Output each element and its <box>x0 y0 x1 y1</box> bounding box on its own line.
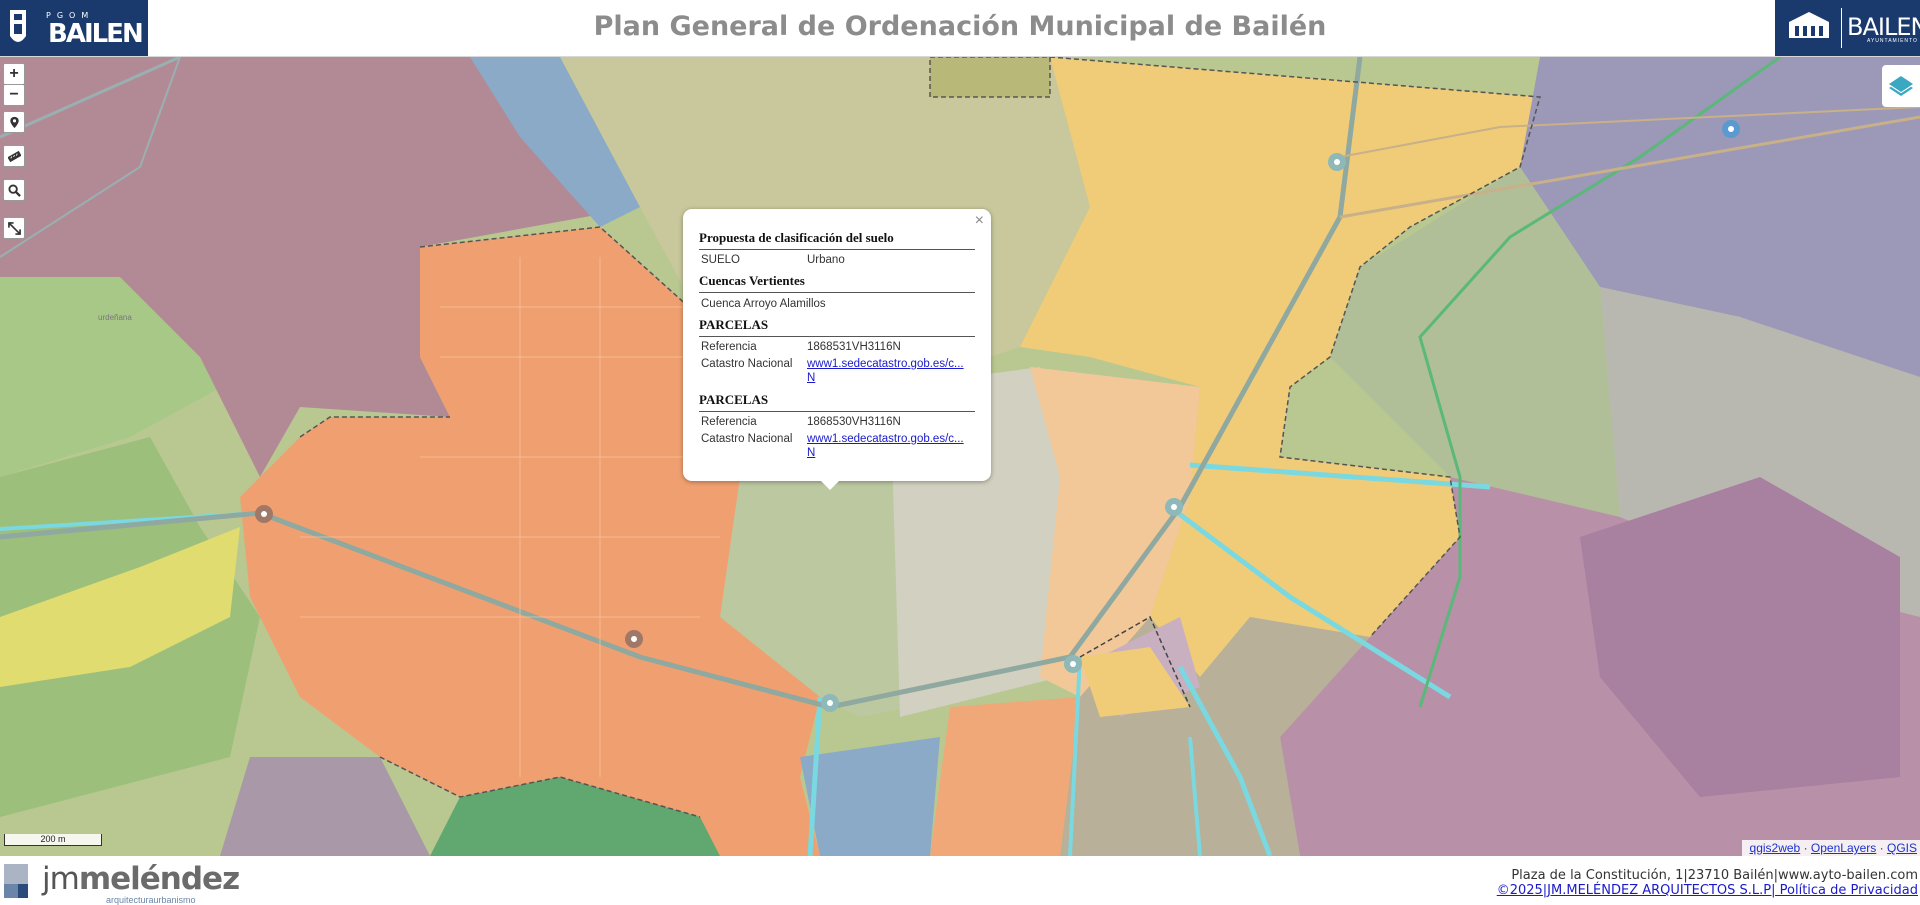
jmmelendez-logo[interactable]: jmmeléndez arquitecturaurbanismo <box>0 861 240 905</box>
attribute-key: Referencia <box>701 416 757 428</box>
section-title: PARCELAS <box>699 392 975 412</box>
crest-icon <box>10 10 26 42</box>
logo-name-light: jm <box>42 861 80 897</box>
logo-divider <box>1841 8 1842 48</box>
attribute-row: SUELO Urbano <box>699 250 975 267</box>
catastro-link[interactable]: N <box>807 371 975 385</box>
attribution-link-qgis[interactable]: QGIS <box>1887 841 1917 855</box>
feature-popup: × Propuesta de clasificación del suelo S… <box>683 209 991 490</box>
footer-copyright-link[interactable]: ©2025|JM.MELÉNDEZ ARQUITECTOS S.L.P| Pol… <box>1497 883 1918 898</box>
footer-address-block: Plaza de la Constitución, 1|23710 Bailén… <box>1497 868 1918 898</box>
section-title: PARCELAS <box>699 317 975 337</box>
attribution-separator: · <box>1879 841 1884 855</box>
fullscreen-button[interactable] <box>3 217 25 239</box>
layers-button[interactable] <box>1882 65 1920 107</box>
catastro-link[interactable]: www1.sedecatastro.gob.es/c... <box>807 357 975 371</box>
section-title: Cuencas Vertientes <box>699 273 975 293</box>
ayuntamiento-town-text: BAILEN <box>1847 13 1920 41</box>
attribute-value: Urbano <box>807 254 845 266</box>
section-title: Propuesta de clasificación del suelo <box>699 230 975 250</box>
attribute-row: Referencia 1868530VH3116N <box>699 412 975 429</box>
attribute-row: Catastro Nacional www1.sedecatastro.gob.… <box>699 429 975 460</box>
popup-close-button[interactable]: × <box>975 212 984 230</box>
measure-icon <box>7 150 21 162</box>
zoom-in-button[interactable]: + <box>3 63 25 85</box>
attribute-key: Referencia <box>701 341 757 353</box>
zoom-out-button[interactable]: − <box>3 84 25 106</box>
town-hall-icon <box>1789 12 1829 38</box>
header: PGOM BAILEN Plan General de Ordenación M… <box>0 0 1920 57</box>
catastro-link[interactable]: N <box>807 446 975 460</box>
logo-tagline: arquitecturaurbanismo <box>106 895 196 905</box>
search-button[interactable] <box>3 179 25 201</box>
attribute-value: 1868531VH3116N <box>807 341 901 353</box>
attribution-link-qgis2web[interactable]: qgis2web <box>1750 841 1801 855</box>
page-title: Plan General de Ordenación Municipal de … <box>593 11 1327 42</box>
layers-icon <box>1889 76 1913 96</box>
geolocate-icon <box>9 116 19 128</box>
attribute-value: Cuenca Arroyo Alamillos <box>701 298 826 310</box>
attribute-key: SUELO <box>701 254 740 266</box>
town-logo-text: BAILEN <box>48 19 144 49</box>
map-canvas[interactable]: + − urdeñana 200 m qgis2web · OpenLayers… <box>0 57 1920 856</box>
pgom-logo[interactable]: PGOM BAILEN <box>0 0 148 56</box>
logo-name: jmmeléndez <box>42 861 240 897</box>
logo-name-bold: meléndez <box>78 861 240 897</box>
attribute-row: Catastro Nacional www1.sedecatastro.gob.… <box>699 354 975 391</box>
popup-content: Propuesta de clasificación del suelo SUE… <box>699 229 975 460</box>
attribution-link-openlayers[interactable]: OpenLayers <box>1811 841 1876 855</box>
footer: jmmeléndez arquitecturaurbanismo Plaza d… <box>0 856 1920 905</box>
search-icon <box>7 183 21 197</box>
geolocate-button[interactable] <box>3 111 25 133</box>
fullscreen-icon <box>7 221 21 235</box>
logo-squares-icon <box>4 864 28 898</box>
ayuntamiento-logo[interactable]: BAILEN AYUNTAMIENTO <box>1775 0 1920 56</box>
measure-button[interactable] <box>3 145 25 167</box>
attribute-value: 1868530VH3116N <box>807 416 901 428</box>
ayuntamiento-subtitle: AYUNTAMIENTO <box>1867 38 1918 44</box>
catastro-link[interactable]: www1.sedecatastro.gob.es/c... <box>807 432 975 446</box>
attribution: qgis2web · OpenLayers · QGIS <box>1741 840 1920 856</box>
attribute-key: Catastro Nacional <box>701 433 793 445</box>
footer-address: Plaza de la Constitución, 1|23710 Bailén… <box>1511 868 1918 883</box>
attribution-separator: · <box>1803 841 1808 855</box>
place-label: urdeñana <box>98 313 132 322</box>
attribute-key: Catastro Nacional <box>701 358 793 370</box>
attribute-row: Referencia 1868531VH3116N <box>699 337 975 354</box>
scale-bar: 200 m <box>4 834 102 846</box>
